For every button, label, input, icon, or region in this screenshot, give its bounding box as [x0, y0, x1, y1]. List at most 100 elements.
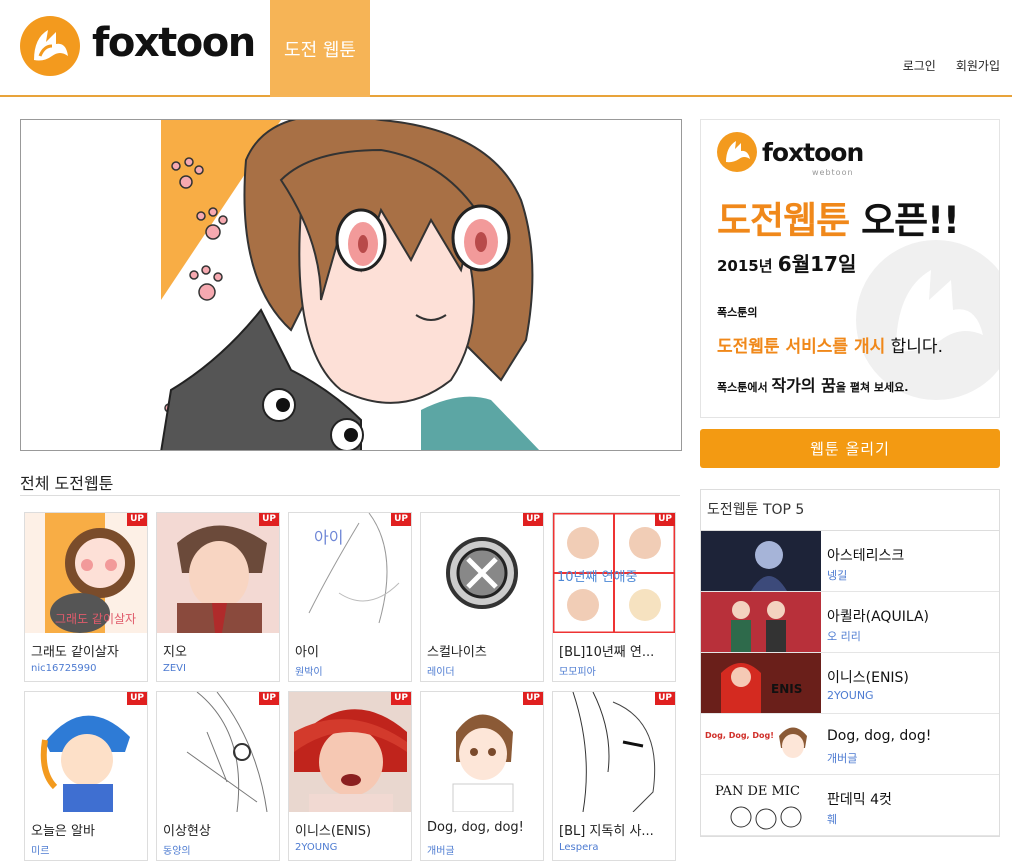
top5-author: 훼 [827, 813, 838, 826]
thumb-title-text: PAN DE MIC [715, 784, 800, 799]
webtoon-thumbnail [289, 692, 411, 812]
top5-item[interactable]: 아스테리스크 넹길 [701, 531, 999, 592]
top5-title-text: 이니스(ENIS) [827, 670, 909, 686]
webtoon-card[interactable]: UP 이상현상 동양의 [156, 691, 280, 861]
webtoon-author: 원박이 [295, 667, 323, 678]
date-year: 2015년 [717, 257, 773, 275]
top5-thumbnail [701, 592, 821, 652]
webtoon-thumbnail [157, 513, 279, 633]
logo-wordmark: foxtoon [92, 20, 256, 66]
up-badge: UP [259, 513, 279, 526]
promo-headline: 도전웹툰 오픈!! [717, 190, 960, 244]
site-logo[interactable]: foxtoon [20, 16, 256, 76]
site-header: foxtoon 도전 웹툰 로그인 회원가입 [0, 0, 1012, 97]
promo-logo-sub: webtoon [812, 168, 854, 177]
webtoon-card[interactable]: 아이 UP 아이 원박이 [288, 512, 412, 682]
line3-a: 폭스툰에서 [717, 381, 768, 394]
webtoon-title: [BL] 지독히 사... [559, 824, 654, 839]
headline-black: 오픈!! [861, 199, 960, 242]
top5-thumbnail [701, 531, 821, 591]
webtoon-title: [BL]10년째 연... [559, 645, 655, 660]
webtoon-title: Dog, dog, dog! [427, 820, 524, 835]
banner-illustration [21, 120, 681, 450]
promo-logo-text: foxtoon [762, 137, 864, 167]
section-title-all-webtoons: 전체 도전웹툰 [20, 474, 114, 493]
webtoon-title: 지오 [163, 645, 187, 660]
up-badge: UP [655, 692, 675, 705]
main-banner[interactable] [20, 119, 682, 451]
webtoon-card[interactable]: UP 지오 ZEVI [156, 512, 280, 682]
promo-line-1: 폭스툰의 [717, 306, 758, 319]
top5-item[interactable]: ENIS 이니스(ENIS) 2YOUNG [701, 653, 999, 714]
webtoon-thumbnail [157, 692, 279, 812]
top5-item[interactable]: PAN DE MIC 판데믹 4컷 훼 [701, 775, 999, 836]
svg-text:ENIS: ENIS [771, 682, 802, 696]
auth-links: 로그인 회원가입 [903, 57, 1000, 74]
top5-title-text: Dog, dog, dog! [827, 728, 932, 744]
tab-challenge-webtoon[interactable]: 도전 웹툰 [270, 0, 370, 97]
top5-author: 넹길 [827, 569, 848, 582]
up-badge: UP [259, 692, 279, 705]
top5-title-text: 아스테리스크 [827, 548, 905, 564]
up-badge: UP [127, 513, 147, 526]
webtoon-title: 스컬나이츠 [427, 645, 487, 660]
thumb-title-text: 10년째 연애중 [557, 570, 638, 585]
line2-black: 합니다. [890, 337, 943, 357]
webtoon-title: 이상현상 [163, 824, 211, 839]
top5-thumbnail: ENIS [701, 653, 821, 713]
date-day: 6월17일 [777, 252, 857, 276]
promo-logo: foxtoon webtoon [717, 132, 864, 177]
webtoon-author: 레이더 [427, 667, 455, 678]
top5-author: 개버글 [827, 752, 858, 765]
top5-thumbnail: Dog, Dog, Dog! [701, 714, 821, 774]
promo-date: 2015년 6월17일 [717, 248, 856, 277]
top5-title: 도전웹툰 TOP 5 [701, 490, 999, 531]
webtoon-card[interactable]: UP Dog, dog, dog! 개버글 [420, 691, 544, 861]
signup-link[interactable]: 회원가입 [956, 57, 1000, 74]
up-badge: UP [523, 692, 543, 705]
webtoon-card[interactable]: UP 스컬나이츠 레이더 [420, 512, 544, 682]
top5-thumbnail: PAN DE MIC [701, 775, 821, 835]
promo-banner[interactable]: foxtoon webtoon 도전웹툰 오픈!! 2015년 6월17일 폭스… [700, 119, 1000, 418]
webtoon-author: Lespera [559, 842, 599, 853]
thumb-title-text: Dog, Dog, Dog! [705, 731, 774, 740]
up-badge: UP [391, 513, 411, 526]
top5-author: 오 리리 [827, 630, 861, 643]
webtoon-card[interactable]: UP 오늘은 알바 미르 [24, 691, 148, 861]
webtoon-author: 2YOUNG [295, 842, 338, 853]
top5-item[interactable]: Dog, Dog, Dog! Dog, dog, dog! 개버글 [701, 714, 999, 775]
webtoon-card[interactable]: UP [BL] 지독히 사... Lespera [552, 691, 676, 861]
webtoon-thumbnail [553, 692, 675, 812]
up-badge: UP [655, 513, 675, 526]
webtoon-thumbnail [421, 692, 543, 812]
webtoon-card[interactable]: 그래도 같이살자 UP 그래도 같이살자 nic16725990 [24, 512, 148, 682]
webtoon-title: 그래도 같이살자 [31, 645, 119, 660]
divider [20, 495, 680, 496]
webtoon-title: 아이 [295, 645, 319, 660]
webtoon-thumbnail: 아이 [289, 513, 411, 633]
headline-orange: 도전웹툰 [717, 199, 850, 242]
line3-c: 을 펼쳐 보세요. [835, 381, 909, 394]
webtoon-author: ZEVI [163, 663, 186, 674]
up-badge: UP [391, 692, 411, 705]
webtoon-author: nic16725990 [31, 663, 97, 674]
login-link[interactable]: 로그인 [903, 57, 936, 74]
up-badge: UP [127, 692, 147, 705]
webtoon-card[interactable]: UP 이니스(ENIS) 2YOUNG [288, 691, 412, 861]
top5-title-text: 아퀼라(AQUILA) [827, 609, 929, 625]
thumb-title-text: 아이 [314, 528, 343, 547]
upload-webtoon-button[interactable]: 웹툰 올리기 [700, 429, 1000, 468]
up-badge: UP [523, 513, 543, 526]
webtoon-card[interactable]: 10년째 연애중 UP [BL]10년째 연... 모모피아 [552, 512, 676, 682]
top5-panel: 도전웹툰 TOP 5 아스테리스크 넹길 아퀼라(AQUILA) 오 리리 EN… [700, 489, 1000, 837]
line2-orange: 도전웹툰 서비스를 개시 [717, 337, 886, 357]
webtoon-title: 오늘은 알바 [31, 824, 95, 839]
webtoon-thumbnail: 그래도 같이살자 [25, 513, 147, 633]
line3-b: 작가의 꿈 [771, 376, 836, 395]
webtoon-author: 모모피아 [559, 667, 596, 678]
webtoon-thumbnail: 10년째 연애중 [553, 513, 675, 633]
top5-title-text: 판데믹 4컷 [827, 792, 892, 808]
top5-item[interactable]: 아퀼라(AQUILA) 오 리리 [701, 592, 999, 653]
top5-author: 2YOUNG [827, 689, 874, 702]
fox-logo-icon [20, 16, 80, 76]
